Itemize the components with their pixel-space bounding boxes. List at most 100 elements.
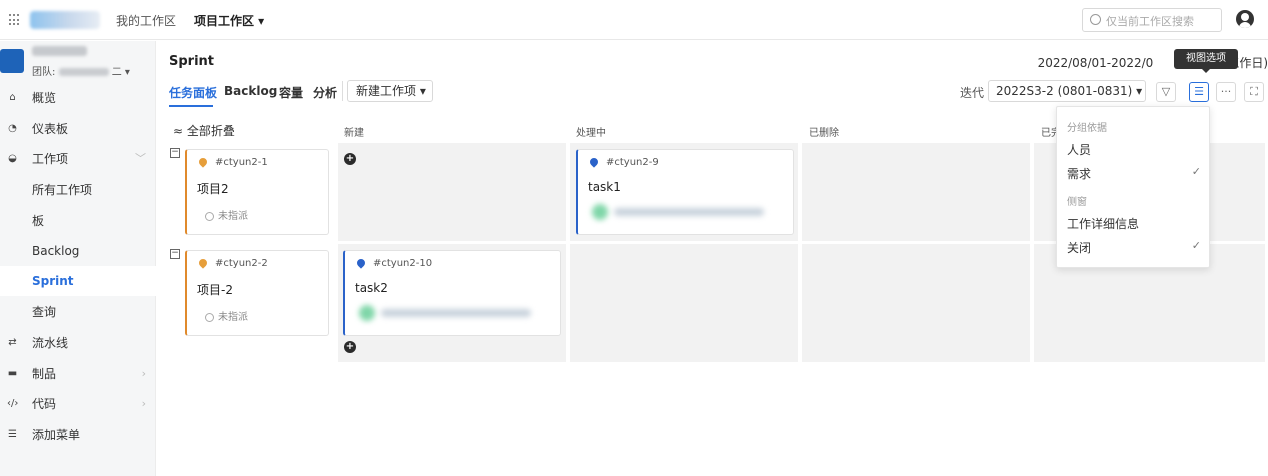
collapse-all-toggle[interactable]: ≈ 全部折叠 bbox=[173, 122, 235, 139]
team-label: 团队: bbox=[32, 67, 56, 78]
requirement-icon bbox=[197, 257, 209, 269]
code-icon: ‹/› bbox=[7, 398, 19, 409]
requirement-card[interactable]: #ctyun2-1 项目2 未指派 bbox=[185, 149, 329, 235]
card-title[interactable]: task2 bbox=[355, 281, 388, 295]
team-name-redacted bbox=[32, 46, 87, 56]
option-label: 需求 bbox=[1067, 167, 1092, 181]
sidebar-item-label: 仪表板 bbox=[32, 122, 69, 136]
chevron-down-icon: ﹀ bbox=[135, 152, 146, 165]
sidebar-item-board[interactable]: 板 bbox=[0, 206, 156, 236]
sidebar-item-workitems[interactable]: ◒ 工作项 ﹀ bbox=[0, 144, 156, 174]
sidebar-item-label: 概览 bbox=[32, 91, 57, 105]
sidebar-item-sprint[interactable]: Sprint bbox=[0, 266, 156, 296]
team-selector[interactable]: 团队: 二 ▾ bbox=[32, 63, 130, 78]
iteration-select[interactable]: 2022S3-2 (0801-0831) ▾ bbox=[988, 80, 1146, 102]
new-workitem-button[interactable]: 新建工作项 ▾ bbox=[347, 80, 433, 102]
view-options-dropdown: 分组依据 人员 需求 ✓ 侧窗 工作详细信息 关闭 ✓ bbox=[1056, 106, 1210, 268]
page-title: Sprint bbox=[169, 54, 215, 69]
card-title[interactable]: task1 bbox=[588, 180, 621, 194]
sidebar-item-all-workitems[interactable]: 所有工作项 bbox=[0, 175, 156, 205]
card-title[interactable]: 项目2 bbox=[197, 180, 229, 197]
view-options-icon[interactable]: ☰ bbox=[1189, 82, 1209, 102]
card-id[interactable]: #ctyun2-9 bbox=[606, 157, 659, 168]
task-icon bbox=[588, 156, 600, 168]
chevron-right-icon: › bbox=[141, 367, 146, 380]
nav-my-workspace[interactable]: 我的工作区 bbox=[116, 12, 176, 29]
nav-project-workspace[interactable]: 项目工作区 ▾ bbox=[194, 12, 264, 29]
iteration-label: 迭代 bbox=[960, 86, 985, 100]
sidebar-item-overview[interactable]: ⌂ 概览 bbox=[0, 83, 156, 113]
side-panel-heading: 侧窗 bbox=[1067, 197, 1087, 208]
sidebar-item-backlog[interactable]: Backlog bbox=[0, 236, 156, 266]
sidebar-item-add-menu[interactable]: ☰ 添加菜单 bbox=[0, 420, 156, 450]
fullscreen-icon[interactable]: ⛶ bbox=[1244, 82, 1264, 102]
add-card-icon[interactable]: + bbox=[344, 153, 356, 165]
task-card[interactable]: #ctyun2-9 task1 bbox=[576, 149, 794, 235]
apps-grid-icon[interactable] bbox=[9, 14, 21, 26]
sidebar-item-query[interactable]: 查询 bbox=[0, 297, 156, 327]
lane-collapse-toggle[interactable]: − bbox=[170, 249, 180, 259]
lane-cell bbox=[802, 143, 1030, 241]
menu-add-icon: ☰ bbox=[8, 429, 17, 440]
card-assignee-redacted bbox=[592, 204, 767, 220]
person-icon bbox=[205, 312, 214, 322]
sidebar-item-label: 流水线 bbox=[32, 336, 69, 350]
tab-analysis[interactable]: 分析 bbox=[313, 84, 337, 101]
option-label: 关闭 bbox=[1067, 241, 1092, 255]
top-bar: 我的工作区 项目工作区 ▾ 仅当前工作区搜索 bbox=[0, 0, 1268, 40]
side-panel-details-option[interactable]: 工作详细信息 bbox=[1067, 215, 1201, 232]
person-icon bbox=[205, 211, 214, 221]
group-by-person-option[interactable]: 人员 bbox=[1067, 141, 1201, 158]
card-assignee-redacted bbox=[359, 305, 534, 321]
card-id[interactable]: #ctyun2-10 bbox=[373, 258, 432, 269]
sidebar-item-dashboard[interactable]: ◔ 仪表板 bbox=[0, 114, 156, 144]
search-input[interactable]: 仅当前工作区搜索 bbox=[1082, 8, 1222, 32]
team-avatar[interactable] bbox=[0, 49, 24, 73]
column-header-in-progress: 处理中 bbox=[576, 128, 606, 139]
workitem-icon: ◒ bbox=[8, 153, 17, 164]
sidebar-item-label: 代码 bbox=[32, 397, 57, 411]
tab-task-board[interactable]: 任务面板 bbox=[169, 84, 217, 101]
view-options-tooltip: 视图选项 bbox=[1174, 49, 1238, 73]
option-label: 人员 bbox=[1067, 143, 1092, 157]
brand-logo[interactable] bbox=[30, 11, 100, 29]
sidebar-item-code[interactable]: ‹/› 代码 › bbox=[0, 389, 156, 419]
group-by-heading: 分组依据 bbox=[1067, 123, 1107, 134]
user-avatar-icon[interactable] bbox=[1236, 10, 1254, 28]
task-card[interactable]: #ctyun2-10 task2 bbox=[343, 250, 561, 336]
card-id[interactable]: #ctyun2-1 bbox=[215, 157, 268, 168]
sidebar-item-label: Sprint bbox=[32, 274, 74, 288]
dashboard-icon: ◔ bbox=[8, 123, 17, 134]
card-id[interactable]: #ctyun2-2 bbox=[215, 258, 268, 269]
task-icon bbox=[355, 257, 367, 269]
lane-collapse-toggle[interactable]: − bbox=[170, 148, 180, 158]
search-icon bbox=[1090, 14, 1101, 25]
more-icon[interactable]: ··· bbox=[1216, 82, 1236, 102]
tab-backlog[interactable]: Backlog bbox=[224, 84, 277, 98]
card-title[interactable]: 项目-2 bbox=[197, 281, 233, 298]
filter-icon[interactable]: ▽ bbox=[1156, 82, 1176, 102]
add-card-icon[interactable]: + bbox=[344, 341, 356, 353]
tab-capacity[interactable]: 容量 bbox=[279, 84, 303, 101]
group-by-requirement-option[interactable]: 需求 ✓ bbox=[1067, 165, 1201, 182]
pipeline-icon: ⇄ bbox=[8, 337, 17, 348]
team-name-blur bbox=[58, 68, 109, 76]
side-panel-close-option[interactable]: 关闭 ✓ bbox=[1067, 239, 1201, 256]
lane-cell bbox=[570, 244, 798, 362]
requirement-card[interactable]: #ctyun2-2 项目-2 未指派 bbox=[185, 250, 329, 336]
lane-cell bbox=[338, 143, 566, 241]
assignee-label: 未指派 bbox=[218, 312, 248, 323]
sidebar-item-label: 工作项 bbox=[32, 152, 69, 166]
lane-cell bbox=[802, 244, 1030, 362]
sidebar-item-artifacts[interactable]: ▬ 制品 › bbox=[0, 359, 156, 389]
sidebar-item-label: 添加菜单 bbox=[32, 428, 81, 442]
sidebar-item-label: 所有工作项 bbox=[32, 183, 93, 197]
requirement-icon bbox=[197, 156, 209, 168]
check-icon: ✓ bbox=[1191, 239, 1201, 252]
card-assignee[interactable]: 未指派 bbox=[205, 207, 248, 222]
option-label: 工作详细信息 bbox=[1067, 217, 1140, 231]
chevron-right-icon: › bbox=[141, 397, 146, 410]
sidebar-item-label: 板 bbox=[32, 214, 45, 228]
sidebar-item-pipeline[interactable]: ⇄ 流水线 bbox=[0, 328, 156, 358]
card-assignee[interactable]: 未指派 bbox=[205, 308, 248, 323]
